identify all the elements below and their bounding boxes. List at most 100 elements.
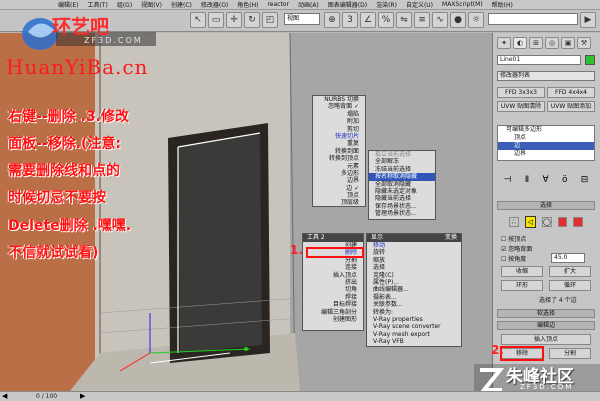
angle-snap-icon[interactable]: ∠ xyxy=(360,12,376,28)
menu-reactor[interactable]: reactor xyxy=(267,1,289,8)
menu-animation[interactable]: 动画(A) xyxy=(298,0,319,9)
rollout-edit-edges[interactable]: 编辑边 xyxy=(497,321,595,330)
create-tab-icon[interactable]: ✦ xyxy=(497,37,511,49)
menu-customize[interactable]: 自定义(U) xyxy=(406,0,433,9)
modifier-list-dropdown[interactable]: 修改器列表 xyxy=(497,71,595,81)
ffd3-button[interactable]: FFD 3x3x3 xyxy=(497,87,545,98)
material-editor-icon[interactable]: ● xyxy=(450,12,466,28)
ffd4-button[interactable]: FFD 4x4x4 xyxy=(547,87,595,98)
menu-views[interactable]: 视图(V) xyxy=(141,0,162,9)
pin-stack-icon[interactable]: ⊣ xyxy=(504,175,512,185)
uvw-add-button[interactable]: UVW 贴图添加 xyxy=(547,101,595,112)
quad-item-edit-triangulation[interactable]: 编辑三角剖分 xyxy=(303,309,363,316)
quad-item-rotate[interactable]: 旋转 xyxy=(367,249,461,256)
configure-sets-icon[interactable]: ⊟ xyxy=(581,175,589,185)
stack-border[interactable]: 边界 xyxy=(498,150,594,158)
loop-button[interactable]: 循环 xyxy=(549,280,591,291)
menu-modifiers[interactable]: 修改器(O) xyxy=(201,0,228,9)
named-selection-set[interactable] xyxy=(488,13,578,25)
snap-icon[interactable]: 3 xyxy=(342,12,358,28)
insert-vertex-button[interactable]: 插入顶点 xyxy=(501,334,591,345)
menu-maxscript[interactable]: MAXScript(M) xyxy=(442,1,483,8)
menu-graph-editors[interactable]: 图表编辑器(D) xyxy=(328,0,367,9)
menu-group[interactable]: 组(G) xyxy=(117,0,132,9)
menu-create[interactable]: 创建(C) xyxy=(171,0,192,9)
shrink-button[interactable]: 收缩 xyxy=(501,266,543,277)
select-icon[interactable]: ↖ xyxy=(190,12,206,28)
ring-button[interactable]: 环形 xyxy=(501,280,543,291)
by-vertex-checkbox[interactable]: ☐ 按顶点 xyxy=(501,234,526,243)
quad-item-clone[interactable]: 克隆(C) xyxy=(367,272,461,279)
ignore-backface-checkbox[interactable]: ☑ 忽略背面 xyxy=(501,244,532,253)
quad-item-manage-scene-state[interactable]: 管理场景状态... xyxy=(369,210,435,217)
quad-item-connect[interactable]: 连接 xyxy=(303,264,363,271)
edge-mode-icon[interactable]: ◁ xyxy=(524,216,537,228)
hierarchy-tab-icon[interactable]: ⊞ xyxy=(529,37,543,49)
menu-character[interactable]: 角色(H) xyxy=(237,0,258,9)
stack-editable-poly[interactable]: 可编辑多边形 xyxy=(498,126,594,134)
element-mode-icon[interactable] xyxy=(573,217,583,227)
prev-frame-icon[interactable]: ◀ xyxy=(2,392,7,400)
quad-item-top-level[interactable]: 顶层级 xyxy=(313,199,365,206)
quad-item-vray-mesh-export[interactable]: V-Ray mesh export xyxy=(367,331,461,338)
motion-tab-icon[interactable]: ◎ xyxy=(545,37,559,49)
split-button[interactable]: 分割 xyxy=(549,348,591,359)
mirror-icon[interactable]: ⇋ xyxy=(396,12,412,28)
align-icon[interactable]: ≡ xyxy=(414,12,430,28)
view-select[interactable]: 视图 xyxy=(284,13,320,25)
quad-item-border[interactable]: 边界 xyxy=(313,177,365,184)
rollout-soft-selection[interactable]: 软选择 xyxy=(497,309,595,318)
quad-item-curve-editor[interactable]: 曲线编辑器... xyxy=(367,286,461,293)
rotate-icon[interactable]: ↻ xyxy=(244,12,260,28)
make-unique-icon[interactable]: ∀ xyxy=(543,175,549,185)
pivot-icon[interactable]: ⊕ xyxy=(324,12,340,28)
quad-item-select[interactable]: 选择 xyxy=(367,264,461,271)
quad-item-insert-vertex[interactable]: 插入顶点 xyxy=(303,272,363,279)
scale-icon[interactable]: ◰ xyxy=(262,12,278,28)
quad-item-convert-to[interactable]: 转换为: xyxy=(367,309,461,316)
object-name-field[interactable]: Line01 xyxy=(497,55,581,65)
percent-snap-icon[interactable]: % xyxy=(378,12,394,28)
quad-item-unhide-all[interactable]: 全部取消隐藏 xyxy=(369,181,435,188)
vertex-mode-icon[interactable]: ∴ xyxy=(509,217,519,227)
by-angle-checkbox[interactable]: ☐ 按角度 xyxy=(501,254,526,263)
quad-item-attach[interactable]: 附加 xyxy=(313,118,365,125)
quad-item-wire-parameters[interactable]: 关联参数... xyxy=(367,301,461,308)
quad-item-cut[interactable]: 剪切 xyxy=(313,126,365,133)
perspective-viewport[interactable]: 右键--删除 .3.修改 面板--移除.(注意: 需要删除线和点的 时候切忌不要… xyxy=(0,33,492,391)
quad-item-edge[interactable]: 边 ✓ xyxy=(313,185,365,192)
border-mode-icon[interactable]: ◯ xyxy=(542,217,552,227)
quad-item-unhide-by-name[interactable]: 按名称取消隐藏 xyxy=(369,173,435,181)
menu-edit[interactable]: 编辑(E) xyxy=(58,0,78,9)
rollout-selection[interactable]: 选择 xyxy=(497,201,595,210)
remove-modifier-icon[interactable]: ö xyxy=(562,175,568,185)
quad-item-repeat[interactable]: 重复 xyxy=(313,140,365,147)
utilities-tab-icon[interactable]: ⚒ xyxy=(577,37,591,49)
polygon-mode-icon[interactable] xyxy=(557,217,568,227)
quad-item-convert-vertex[interactable]: 转换到顶点 xyxy=(313,155,365,162)
menu-rendering[interactable]: 渲染(R) xyxy=(376,0,397,9)
stack-vertex[interactable]: 顶点 xyxy=(498,134,594,142)
modify-tab-icon[interactable]: ◐ xyxy=(513,37,527,49)
time-slider-bar[interactable]: 0 / 100 ◀ ▶ xyxy=(0,391,600,401)
angle-spinner[interactable]: 45.0 xyxy=(551,253,585,263)
object-color-swatch[interactable] xyxy=(585,55,595,65)
menu-help[interactable]: 帮助(H) xyxy=(492,0,513,9)
quad-item-chamfer[interactable]: 切角 xyxy=(303,286,363,293)
display-tab-icon[interactable]: ▣ xyxy=(561,37,575,49)
select-region-icon[interactable]: ▭ xyxy=(208,12,224,28)
quad-item-create-shape[interactable]: 创建图形 xyxy=(303,316,363,323)
move-icon[interactable]: ✛ xyxy=(226,12,242,28)
next-frame-icon[interactable]: ▶ xyxy=(80,392,85,400)
quad-item-vray-vfb[interactable]: V-Ray VFB xyxy=(367,338,461,345)
menu-tools[interactable]: 工具(T) xyxy=(87,0,107,9)
curve-editor-icon[interactable]: ∿ xyxy=(432,12,448,28)
stack-edge[interactable]: 边 xyxy=(498,142,594,150)
quad-item-vray-scene-converter[interactable]: V-Ray scene converter xyxy=(367,323,461,330)
quad-item-ignore-backface[interactable]: 忽略背面 ✓ xyxy=(313,103,365,110)
show-end-result-icon[interactable]: Ⅱ xyxy=(525,175,529,185)
quad-item-unfreeze-all[interactable]: 全部解冻 xyxy=(369,158,435,165)
quad-item-element[interactable]: 元素 xyxy=(313,163,365,170)
quad-item-target-weld[interactable]: 目标焊接 xyxy=(303,301,363,308)
uvw-clear-button[interactable]: UVW 贴图清除 xyxy=(497,101,545,112)
